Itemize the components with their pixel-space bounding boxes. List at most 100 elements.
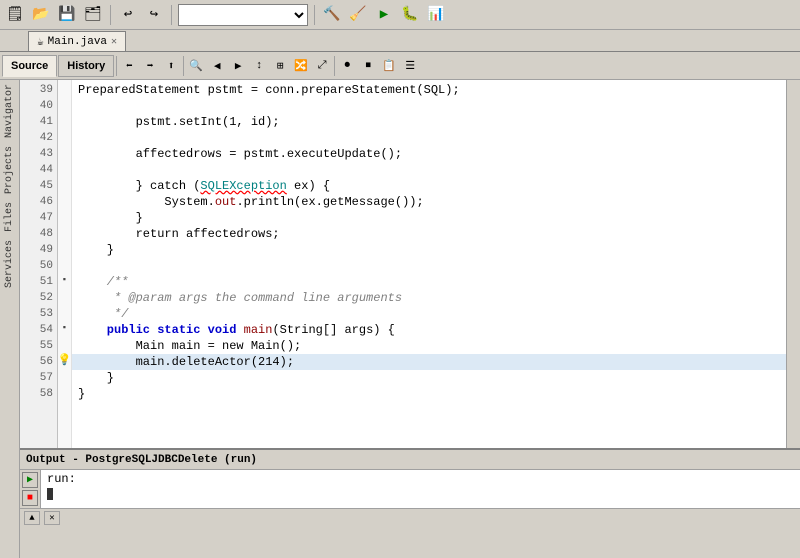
history-tab[interactable]: History	[58, 55, 114, 77]
line-num-57: 57	[20, 370, 57, 386]
code-content[interactable]: PreparedStatement pstmt = conn.prepareSt…	[72, 80, 786, 448]
run-btn[interactable]: ▶	[373, 4, 395, 26]
code-line-49: }	[72, 242, 786, 258]
extra-btn[interactable]: 🗂	[82, 4, 104, 26]
collapse-icon[interactable]: ▪	[62, 275, 67, 285]
et-btn8[interactable]: ⏺	[337, 56, 357, 76]
bottom-strip: ▲ ✕	[20, 508, 800, 526]
file-tab-label: Main.java	[48, 36, 107, 48]
code-line-41: pstmt.setInt(1, id);	[72, 114, 786, 130]
sep1	[110, 5, 111, 25]
code-line-44	[72, 162, 786, 178]
code-line-52: * @param args the command line arguments	[72, 290, 786, 306]
config-dropdown[interactable]	[178, 4, 308, 26]
bottom-btn1[interactable]: ▲	[24, 511, 40, 525]
line-num-47: 47	[20, 210, 57, 226]
line-num-42: 42	[20, 130, 57, 146]
code-line-47: }	[72, 210, 786, 226]
et-btn2[interactable]: ➡	[140, 56, 160, 76]
main-toolbar: 🗒 📂 💾 🗂 ↩ ↪ 🔨 🧹 ▶ 🐛 📊	[0, 0, 800, 30]
build-btn[interactable]: 🔨	[321, 4, 343, 26]
code-line-58: }	[72, 386, 786, 402]
code-line-46: System.out.println(ex.getMessage());	[72, 194, 786, 210]
output-title: Output - PostgreSQLJDBCDelete (run)	[26, 454, 257, 466]
et-prev-btn[interactable]: ◀	[207, 56, 227, 76]
line-num-46: 46	[20, 194, 57, 210]
et-btn7[interactable]: ⤢	[312, 56, 332, 76]
save-btn[interactable]: 💾	[56, 4, 78, 26]
line-num-51: 51	[20, 274, 57, 290]
code-line-56: main.deleteActor(214);	[72, 354, 786, 370]
code-line-53: */	[72, 306, 786, 322]
line-num-41: 41	[20, 114, 57, 130]
line-num-49: 49	[20, 242, 57, 258]
profile-btn[interactable]: 📊	[425, 4, 447, 26]
code-line-57: }	[72, 370, 786, 386]
scrollbar[interactable]	[786, 80, 800, 448]
left-nav: Navigator Projects Files Services	[0, 80, 20, 558]
undo-btn[interactable]: ↩	[117, 4, 139, 26]
code-line-48: return affectedrows;	[72, 226, 786, 242]
editor-container[interactable]: 3940414243444546474849505152535455565758…	[20, 80, 800, 448]
line-num-55: 55	[20, 338, 57, 354]
bottom-btn2[interactable]: ✕	[44, 511, 60, 525]
redo-btn[interactable]: ↪	[143, 4, 165, 26]
line-num-53: 53	[20, 306, 57, 322]
code-line-45: } catch (SQLEXception ex) {	[72, 178, 786, 194]
tab-close-btn[interactable]: ✕	[111, 36, 117, 48]
et-find-btn[interactable]: 🔍	[186, 56, 206, 76]
new-file-btn[interactable]: 🗒	[4, 4, 26, 26]
file-tab-main[interactable]: ☕ Main.java ✕	[28, 31, 126, 51]
line-num-58: 58	[20, 386, 57, 402]
et-btn6[interactable]: 🔀	[291, 56, 311, 76]
code-line-39: PreparedStatement pstmt = conn.prepareSt…	[72, 82, 786, 98]
tab-bar: ☕ Main.java ✕	[0, 30, 800, 52]
output-buttons: ▶ ■	[20, 470, 41, 508]
line-num-48: 48	[20, 226, 57, 242]
output-header: Output - PostgreSQLJDBCDelete (run)	[20, 450, 800, 470]
output-content: run:	[41, 470, 800, 508]
code-line-51: /**	[72, 274, 786, 290]
et-btn10[interactable]: 📋	[379, 56, 399, 76]
nav-label-services[interactable]: Services	[2, 236, 17, 292]
et-btn4[interactable]: ↕	[249, 56, 269, 76]
et-sep2	[183, 56, 184, 76]
line-num-39: 39	[20, 82, 57, 98]
stop-output-btn[interactable]: ■	[22, 490, 38, 506]
collapse-icon[interactable]: ▪	[62, 323, 67, 333]
code-line-55: Main main = new Main();	[72, 338, 786, 354]
output-row: ▶ ■ run:	[20, 470, 800, 508]
output-cursor-line	[47, 486, 794, 500]
line-num-52: 52	[20, 290, 57, 306]
nav-label-navigator[interactable]: Navigator	[2, 80, 17, 142]
main-layout: Navigator Projects Files Services 394041…	[0, 80, 800, 558]
et-btn1[interactable]: ⬅	[119, 56, 139, 76]
run-output-btn[interactable]: ▶	[22, 472, 38, 488]
gutter: ▪▪💡	[58, 80, 72, 448]
et-btn9[interactable]: ⏹	[358, 56, 378, 76]
line-num-56: 56	[20, 354, 57, 370]
line-num-45: 45	[20, 178, 57, 194]
editor-area: 3940414243444546474849505152535455565758…	[20, 80, 800, 558]
nav-label-projects[interactable]: Projects	[2, 142, 17, 198]
code-line-40	[72, 98, 786, 114]
et-btn11[interactable]: ☰	[400, 56, 420, 76]
source-tab[interactable]: Source	[2, 55, 57, 77]
file-icon: ☕	[37, 35, 44, 49]
clean-btn[interactable]: 🧹	[347, 4, 369, 26]
open-btn[interactable]: 📂	[30, 4, 52, 26]
line-numbers: 3940414243444546474849505152535455565758	[20, 80, 58, 448]
output-line-1: run:	[47, 472, 794, 486]
code-line-54: public static void main(String[] args) {	[72, 322, 786, 338]
line-num-40: 40	[20, 98, 57, 114]
nav-label-files[interactable]: Files	[2, 198, 17, 236]
line-num-44: 44	[20, 162, 57, 178]
et-btn5[interactable]: ⊞	[270, 56, 290, 76]
code-line-42	[72, 130, 786, 146]
et-btn3[interactable]: ⬆	[161, 56, 181, 76]
debug-btn[interactable]: 🐛	[399, 4, 421, 26]
editor-toolbar: Source History ⬅ ➡ ⬆ 🔍 ◀ ▶ ↕ ⊞ 🔀 ⤢ ⏺ ⏹ 📋…	[0, 52, 800, 80]
et-next-btn[interactable]: ▶	[228, 56, 248, 76]
et-sep3	[334, 56, 335, 76]
line-num-43: 43	[20, 146, 57, 162]
